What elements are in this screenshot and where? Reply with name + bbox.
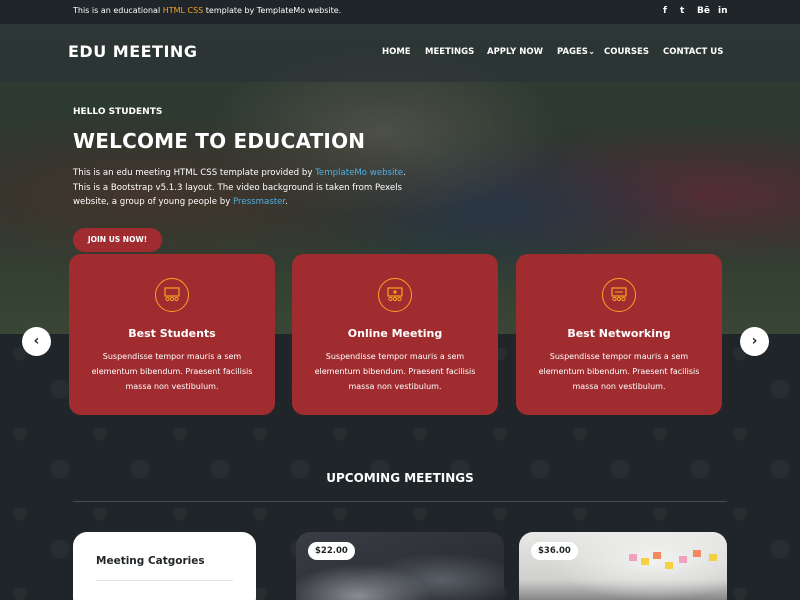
- nav-contact-us[interactable]: CONTACT US: [663, 47, 723, 57]
- linkedin-icon[interactable]: in: [718, 6, 728, 16]
- feature-card[interactable]: Online Meeting Suspendisse tempor mauris…: [292, 254, 498, 415]
- sticky-note-image: [665, 562, 673, 569]
- divider: [96, 580, 233, 581]
- twitter-icon[interactable]: t: [680, 6, 684, 16]
- top-bar: This is an educational HTML CSS template…: [0, 0, 800, 24]
- pressmaster-link[interactable]: Pressmaster: [233, 197, 285, 207]
- nav-apply-now[interactable]: APPLY NOW: [487, 47, 543, 57]
- topbar-text: This is an educational HTML CSS template…: [73, 6, 342, 15]
- hero-kicker: HELLO STUDENTS: [73, 107, 163, 117]
- card-text: Suspendisse tempor mauris a sem elementu…: [538, 352, 700, 391]
- chevron-down-icon: ⌄: [587, 47, 596, 57]
- upcoming-meetings-title: UPCOMING MEETINGS: [326, 471, 474, 485]
- sticky-note-image: [629, 554, 637, 561]
- templatemo-link[interactable]: TemplateMo website: [315, 168, 403, 178]
- card-text: Suspendisse tempor mauris a sem elementu…: [91, 352, 253, 391]
- nav-home[interactable]: HOME: [382, 47, 411, 57]
- nav-courses[interactable]: COURSES: [604, 47, 649, 57]
- carousel-prev-button[interactable]: ‹: [22, 327, 51, 356]
- sticky-note-image: [679, 556, 687, 563]
- meeting-card[interactable]: $22.00: [296, 532, 504, 600]
- topbar-accent-text: HTML CSS: [162, 6, 204, 15]
- feature-card[interactable]: Best Students Suspendisse tempor mauris …: [69, 254, 275, 415]
- students-icon: [155, 278, 189, 312]
- sticky-note-image: [641, 558, 649, 565]
- meeting-icon: [378, 278, 412, 312]
- sticky-note-image: [693, 550, 701, 557]
- card-title: Best Networking: [567, 327, 671, 340]
- networking-icon: [602, 278, 636, 312]
- feature-card[interactable]: Best Networking Suspendisse tempor mauri…: [516, 254, 722, 415]
- brand-logo[interactable]: EDU MEETING: [68, 42, 197, 61]
- carousel-next-button[interactable]: ›: [740, 327, 769, 356]
- nav-pages[interactable]: PAGES⌄: [557, 47, 595, 57]
- sticky-note-image: [709, 554, 717, 561]
- categories-title: Meeting Catgories: [96, 555, 205, 567]
- section-divider: [73, 501, 727, 502]
- hero-title: WELCOME TO EDUCATION: [73, 129, 366, 153]
- card-title: Best Students: [128, 327, 216, 340]
- sticky-note-image: [653, 552, 661, 559]
- hero-description: This is an edu meeting HTML CSS template…: [73, 168, 406, 207]
- price-badge: $22.00: [308, 542, 355, 560]
- nav-meetings[interactable]: MEETINGS: [425, 47, 474, 57]
- join-us-button[interactable]: JOIN US NOW!: [73, 228, 162, 252]
- behance-icon[interactable]: Bē: [697, 6, 710, 16]
- price-badge: $36.00: [531, 542, 578, 560]
- meeting-card[interactable]: $36.00: [519, 532, 727, 600]
- meeting-categories-panel: Meeting Catgories: [73, 532, 256, 600]
- card-title: Online Meeting: [347, 327, 443, 340]
- facebook-icon[interactable]: f: [663, 6, 667, 16]
- card-text: Suspendisse tempor mauris a sem elementu…: [314, 352, 476, 391]
